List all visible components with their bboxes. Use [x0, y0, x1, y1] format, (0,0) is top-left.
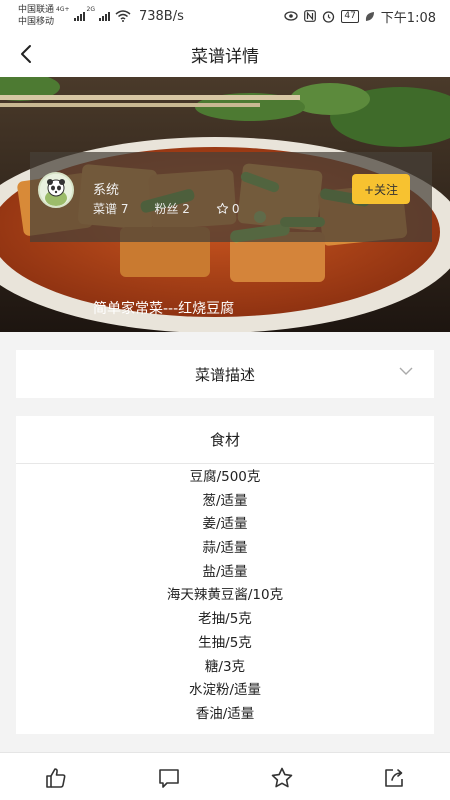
network-type-1: 4G+: [56, 6, 70, 13]
author-panel: 系统 菜谱 7 粉丝 2 0 +关注: [30, 152, 432, 242]
wifi-icon: [115, 10, 131, 22]
app-header: 菜谱详情: [0, 32, 450, 77]
carrier-2: 中国移动: [18, 17, 55, 27]
ingredient-item: 生抽/5克: [198, 634, 252, 651]
avatar[interactable]: [38, 172, 74, 208]
favorite-count: 0: [216, 202, 240, 216]
ingredient-item: 水淀粉/适量: [188, 682, 262, 699]
clock-time: 下午1:08: [380, 10, 436, 26]
share-button[interactable]: [381, 765, 407, 791]
signal-icon-2: [98, 11, 110, 21]
favorite-count-value: 0: [231, 201, 240, 216]
carrier-info: 中国联通 中国移动: [18, 4, 54, 28]
bottom-action-bar: [0, 752, 450, 800]
alarm-icon: [323, 10, 335, 23]
ingredient-item: 姜/适量: [202, 516, 248, 533]
ingredient-item: 蒜/适量: [202, 540, 248, 557]
eye-icon: [284, 11, 298, 21]
ingredient-item: 香油/适量: [195, 705, 255, 722]
comment-button[interactable]: [156, 765, 182, 791]
ingredient-item: 糖/3克: [204, 658, 246, 675]
panda-avatar-icon: [40, 174, 72, 206]
network-speed: 738B/s: [138, 8, 184, 24]
share-icon: [385, 769, 403, 787]
ingredients-title: 食材: [16, 416, 434, 464]
recipe-name: 简单家常菜---红烧豆腐: [93, 301, 235, 317]
star-outline-icon: [216, 202, 229, 214]
back-button[interactable]: [12, 40, 40, 68]
ingredient-item: 海天辣黄豆酱/10克: [166, 587, 284, 604]
description-title: 菜谱描述: [194, 365, 255, 384]
chevron-left-icon: [21, 45, 31, 63]
like-button[interactable]: [43, 765, 69, 791]
network-type-2: 2G: [86, 6, 95, 13]
ingredients-list: 豆腐/500克 葱/适量 姜/适量 蒜/适量 盐/适量 海天辣黄豆酱/10克 老…: [16, 464, 434, 727]
like-icon: [46, 768, 66, 788]
signal-icon: [73, 11, 85, 21]
ingredient-item: 盐/适量: [202, 563, 248, 580]
description-section[interactable]: 菜谱描述: [16, 350, 434, 398]
ingredient-item: 葱/适量: [202, 492, 248, 509]
recipe-count: 菜谱 7: [93, 202, 129, 216]
favorite-button[interactable]: [269, 765, 295, 791]
carrier-1: 中国联通: [18, 5, 55, 15]
author-stats: 菜谱 7 粉丝 2 0: [93, 200, 240, 217]
status-bar: 中国联通 中国移动 4G+ 2G 738B/s 47 下午1:08: [0, 0, 450, 32]
battery-icon: 47: [341, 9, 359, 23]
ingredient-item: 老抽/5克: [198, 611, 252, 628]
author-name[interactable]: 系统: [93, 179, 119, 198]
leaf-icon: [365, 11, 374, 21]
comment-icon: [159, 769, 179, 788]
page-title: 菜谱详情: [191, 47, 259, 67]
nfc-icon: [304, 10, 317, 22]
fan-count: 粉丝 2: [154, 202, 190, 216]
follow-button[interactable]: +关注: [352, 174, 410, 204]
chevron-down-icon: [399, 367, 413, 375]
star-icon: [271, 767, 293, 788]
ingredients-section: 食材 豆腐/500克 葱/适量 姜/适量 蒜/适量 盐/适量 海天辣黄豆酱/10…: [16, 416, 434, 734]
ingredient-item: 豆腐/500克: [189, 469, 261, 485]
